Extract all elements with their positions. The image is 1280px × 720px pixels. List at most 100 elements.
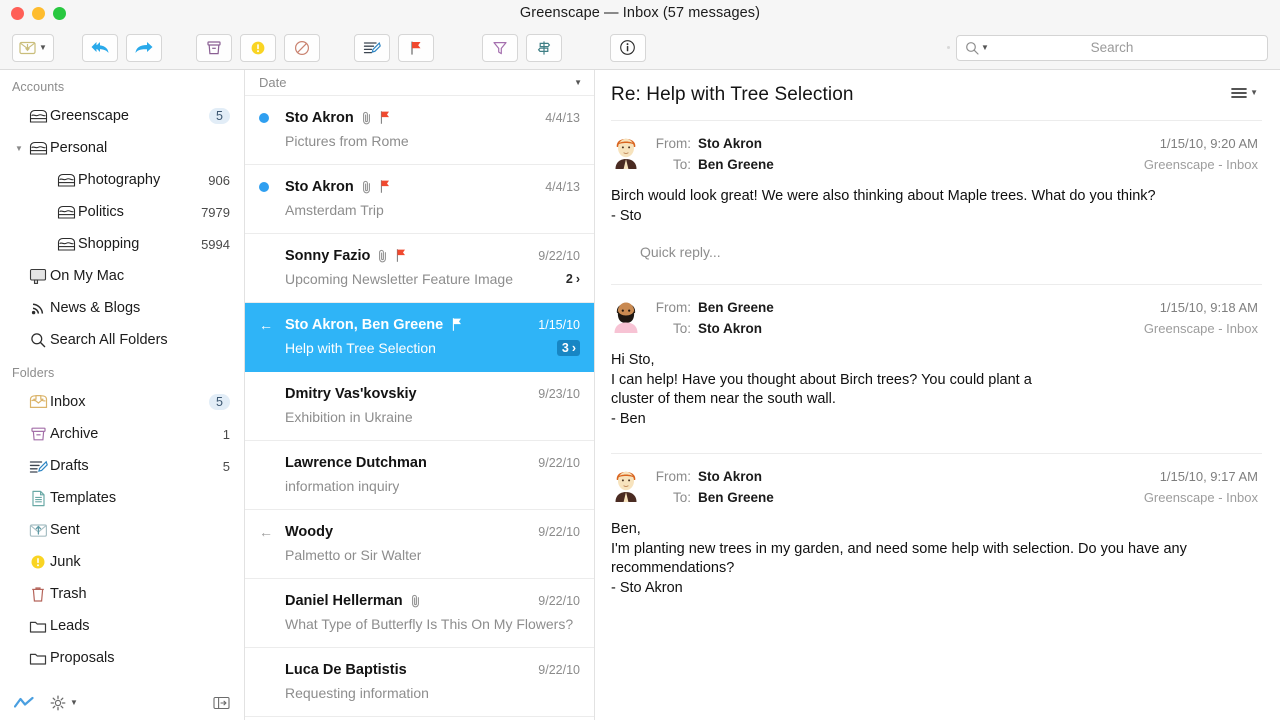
- message-timestamp: 1/15/10, 9:17 AM: [1159, 469, 1258, 484]
- sort-threads-button[interactable]: [525, 33, 562, 62]
- sidebar-item-greenscape[interactable]: Greenscape 5: [0, 100, 244, 132]
- message-list-header[interactable]: Date ▼: [245, 70, 594, 96]
- message-list-row[interactable]: Daniel Hellerman 9/22/10 What Type of Bu…: [245, 579, 594, 648]
- to-value[interactable]: Sto Akron: [698, 321, 762, 336]
- message-list-row[interactable]: Lawrence Dutchman 9/22/10 information in…: [245, 441, 594, 510]
- message-date: 9/23/10: [538, 386, 580, 401]
- quick-reply-field[interactable]: Quick reply...: [611, 226, 1258, 260]
- gear-icon: [50, 695, 66, 711]
- reading-message: From: Ben Greene To: Sto Akron 1/15/10, 9:…: [595, 285, 1280, 439]
- chevron-right-icon: ›: [575, 272, 580, 286]
- to-label: To:: [672, 157, 691, 172]
- sidebar-item-label: Shopping: [78, 236, 140, 252]
- attachment-icon: [379, 249, 387, 262]
- message-mailbox: Greenscape - Inbox: [1143, 321, 1258, 336]
- activity-icon[interactable]: [14, 696, 34, 710]
- flag-button[interactable]: [397, 33, 434, 62]
- sidebar-item-politics[interactable]: Politics 7979: [0, 196, 244, 228]
- thread-count[interactable]: 2 ›: [558, 272, 580, 286]
- sidebar-item-on-my-mac[interactable]: On My Mac: [0, 260, 244, 292]
- message-list-row[interactable]: Luca De Baptistis 9/22/10 Requesting inf…: [245, 648, 594, 717]
- message-timestamp: 1/15/10, 9:20 AM: [1159, 136, 1258, 151]
- reading-messages-container: From: Sto Akron To: Ben Greene 1/15/10, 9:…: [595, 121, 1280, 608]
- message-list-row[interactable]: Dmitry Vas'kovskiy 9/23/10 Exhibition in…: [245, 372, 594, 441]
- thread-options-button[interactable]: ▼: [1231, 84, 1258, 99]
- sidebar-item-sent[interactable]: Sent: [0, 514, 244, 546]
- unread-count: 5: [222, 458, 230, 474]
- from-value[interactable]: Sto Akron: [698, 136, 762, 151]
- chevron-down-icon: ▼: [70, 698, 78, 707]
- from-label: From:: [655, 136, 691, 151]
- block-sender-button[interactable]: [283, 33, 320, 62]
- to-value[interactable]: Ben Greene: [698, 157, 774, 172]
- message-sender: Sto Akron: [285, 109, 354, 126]
- sent-icon: [29, 523, 47, 537]
- sidebar-item-leads[interactable]: Leads: [0, 610, 244, 642]
- message-list-row[interactable]: ← Woody 9/22/10 Palmetto or Sir Walter: [245, 510, 594, 579]
- reply-all-icon: [91, 42, 109, 53]
- thread-count[interactable]: 3 ›: [556, 340, 580, 356]
- templates-icon: [31, 490, 45, 506]
- message-sender: Dmitry Vas'kovskiy: [285, 385, 417, 402]
- message-date: 9/22/10: [538, 593, 580, 608]
- sidebar-item-drafts[interactable]: Drafts 5: [0, 450, 244, 482]
- sidebar-item-junk[interactable]: Junk: [0, 546, 244, 578]
- message-sender: Sto Akron: [285, 178, 354, 195]
- mailbox-icon-wrap: [54, 205, 78, 220]
- message-row-icons: [361, 179, 391, 194]
- message-date: 9/22/10: [538, 455, 580, 470]
- sidebar-item-templates[interactable]: Templates: [0, 482, 244, 514]
- sidebar-item-label: News & Blogs: [50, 300, 141, 316]
- sidebar-item-search-all-folders[interactable]: Search All Folders: [0, 324, 244, 356]
- reading-pane: Re: Help with Tree Selection ▼ From: Sto …: [595, 70, 1280, 720]
- message-body-line: Ben,: [611, 521, 641, 537]
- message-list-row[interactable]: Sto Akron 4/4/13 Amsterdam Trip: [245, 165, 594, 234]
- sidebar-item-archive[interactable]: Archive 1: [0, 418, 244, 450]
- flag-icon: [411, 41, 421, 55]
- sidebar-item-trash[interactable]: Trash: [0, 578, 244, 610]
- message-list-row[interactable]: Sonny Fazio 9/22/10 Upcoming Newsletter …: [245, 234, 594, 303]
- avatar-sto-akron: [615, 471, 637, 502]
- sidebar-item-proposals[interactable]: Proposals: [0, 642, 244, 674]
- from-value[interactable]: Sto Akron: [698, 469, 762, 484]
- main-toolbar: ▼ ▼ Search: [0, 26, 1280, 70]
- message-info-button[interactable]: [609, 33, 646, 62]
- to-value[interactable]: Ben Greene: [698, 490, 774, 505]
- from-value[interactable]: Ben Greene: [698, 300, 774, 315]
- settings-menu-button[interactable]: ▼: [50, 695, 78, 711]
- unread-count: 5: [209, 108, 230, 124]
- sent-icon-wrap: [26, 523, 50, 538]
- sidebar-item-label: On My Mac: [50, 268, 125, 284]
- message-body: Hi Sto, I can help! Have you thought abou…: [611, 339, 1258, 429]
- toggle-panel-icon[interactable]: [213, 696, 230, 710]
- junk-icon-wrap: [26, 554, 50, 570]
- archive-button[interactable]: [195, 33, 232, 62]
- junk-button[interactable]: [239, 33, 276, 62]
- filter-button[interactable]: [481, 33, 518, 62]
- message-row-icons: [450, 317, 463, 332]
- chevron-down-icon[interactable]: ▼: [574, 78, 582, 87]
- disclosure-triangle[interactable]: ▼: [12, 144, 26, 153]
- reply-all-button[interactable]: [81, 33, 118, 62]
- message-date: 1/15/10: [538, 317, 580, 332]
- message-list-row[interactable]: ← Sto Akron, Ben Greene 1/15/10 Help wit…: [245, 303, 594, 372]
- sidebar-item-shopping[interactable]: Shopping 5994: [0, 228, 244, 260]
- reading-pane-header: Re: Help with Tree Selection ▼: [595, 70, 1280, 106]
- search-input[interactable]: ▼ Search: [956, 34, 1268, 61]
- to-label: To:: [672, 490, 691, 505]
- get-mail-button[interactable]: ▼: [12, 33, 54, 62]
- sidebar-item-inbox[interactable]: Inbox 5: [0, 386, 244, 418]
- compose-button[interactable]: [353, 33, 390, 62]
- message-meta: 1/15/10, 9:18 AM Greenscape - Inbox: [1144, 297, 1258, 339]
- sidebar-item-photography[interactable]: Photography 906: [0, 164, 244, 196]
- sidebar-item-label: Inbox: [50, 394, 86, 410]
- mailbox-icon: [57, 173, 75, 187]
- sidebar-item-personal[interactable]: ▼ Personal: [0, 132, 244, 164]
- message-list-row[interactable]: Sto Akron 4/4/13 Pictures from Rome: [245, 96, 594, 165]
- sidebar-item-label: Personal: [50, 140, 108, 156]
- forward-button[interactable]: [125, 33, 162, 62]
- mailbox-icon: [29, 141, 47, 155]
- avatar: [611, 297, 641, 333]
- sidebar-item-label: Sent: [50, 522, 80, 538]
- sidebar-item-news-blogs[interactable]: News & Blogs: [0, 292, 244, 324]
